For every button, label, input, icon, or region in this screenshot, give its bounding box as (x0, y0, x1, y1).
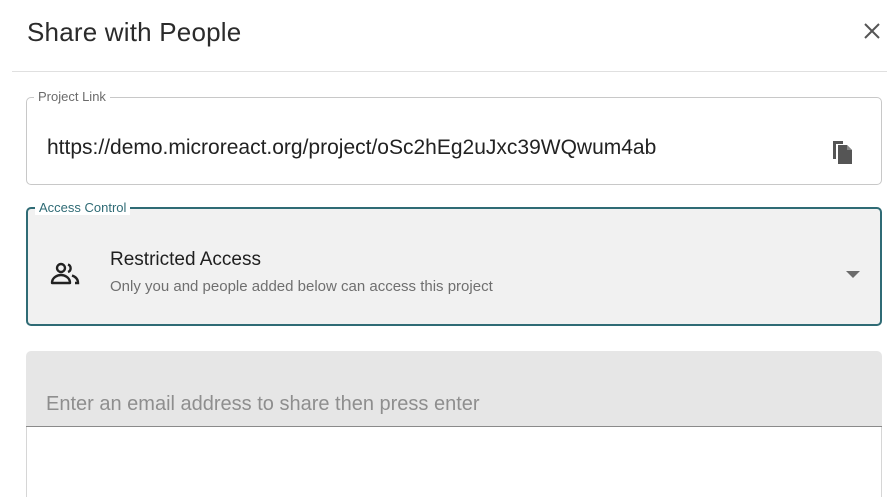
access-option-description: Only you and people added below can acce… (110, 278, 493, 295)
share-dialog: Share with People Project Link https://d… (0, 0, 887, 497)
email-input[interactable] (46, 389, 846, 419)
copy-link-button[interactable] (826, 136, 858, 168)
project-link-value[interactable]: https://demo.microreact.org/project/oSc2… (47, 134, 807, 162)
close-icon (864, 23, 880, 39)
close-button[interactable] (858, 16, 886, 46)
dialog-title: Share with People (27, 17, 242, 47)
shared-people-list (26, 427, 882, 497)
arrow-drop-down-icon[interactable] (846, 271, 860, 279)
email-input-field (26, 351, 882, 427)
access-control-label: Access Control (35, 201, 131, 215)
access-control-select[interactable]: Access Control Restricted Access Only yo… (26, 201, 882, 326)
access-option-title: Restricted Access (110, 249, 261, 270)
project-link-field: Project Link https://demo.microreact.org… (26, 90, 882, 185)
header-divider (12, 71, 887, 72)
copy-icon (833, 141, 852, 164)
project-link-label: Project Link (38, 89, 106, 104)
people-icon (50, 262, 80, 285)
